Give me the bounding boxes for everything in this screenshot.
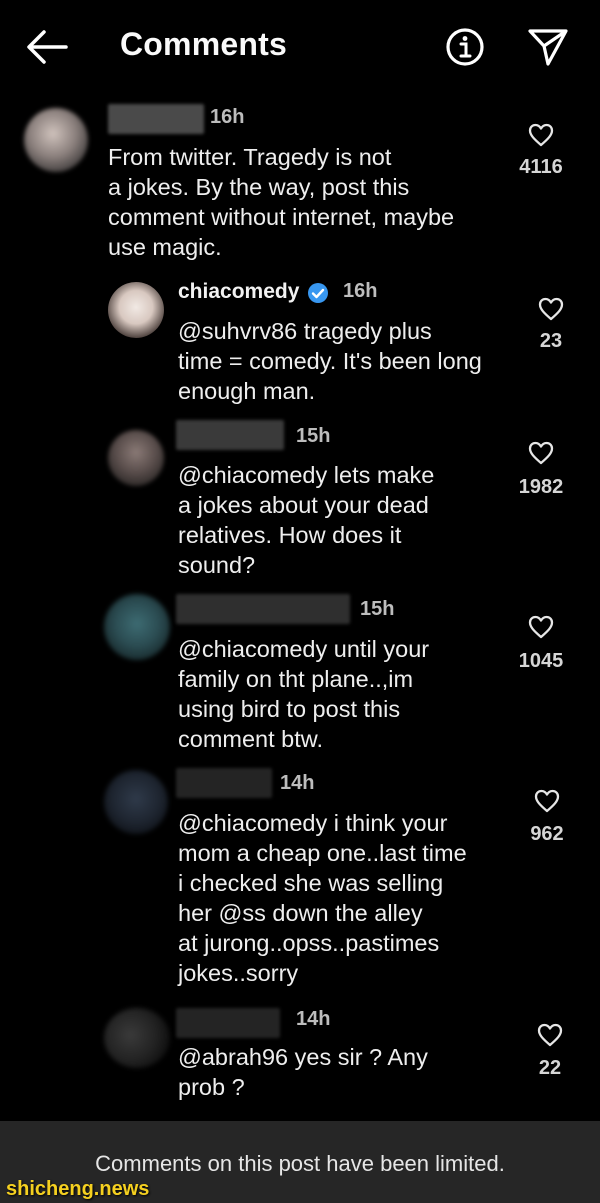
comment-time: 16h xyxy=(343,280,378,302)
avatar[interactable] xyxy=(104,594,170,660)
comment-username[interactable]: chiacomedy xyxy=(178,280,299,304)
avatar[interactable] xyxy=(104,770,168,834)
heart-icon[interactable] xyxy=(534,789,560,813)
avatar[interactable] xyxy=(108,430,164,486)
username-redacted[interactable] xyxy=(108,104,204,134)
heart-icon[interactable] xyxy=(538,297,564,321)
heart-icon[interactable] xyxy=(528,441,554,465)
heart-icon[interactable] xyxy=(537,1023,563,1047)
send-icon[interactable] xyxy=(526,26,570,68)
comment-text: @suhvrv86 tragedy plus time = comedy. It… xyxy=(178,318,482,404)
comment-time: 15h xyxy=(360,598,395,620)
comment-text: From twitter. Tragedy is not a jokes. By… xyxy=(108,144,455,260)
avatar[interactable] xyxy=(108,282,164,338)
like-count: 962 xyxy=(530,823,564,845)
like-count: 1045 xyxy=(518,650,564,672)
comment-text: @abrah96 yes sir ? Any prob ? xyxy=(178,1044,428,1100)
page-title: Comments xyxy=(120,26,287,62)
like-count: 23 xyxy=(539,330,563,352)
username-redacted[interactable] xyxy=(176,594,350,624)
avatar[interactable] xyxy=(104,1008,170,1068)
like-count: 22 xyxy=(538,1057,562,1079)
comment-text: @chiacomedy until your family on tht pla… xyxy=(178,636,430,752)
comment-text: @chiacomedy i think your mom a cheap one… xyxy=(178,810,467,986)
heart-icon[interactable] xyxy=(528,615,554,639)
comments-limited-text: Comments on this post have been limited. xyxy=(95,1151,505,1176)
arrow-left-icon[interactable] xyxy=(26,28,68,66)
like-count: 4116 xyxy=(519,156,563,178)
comment-text: @chiacomedy lets make a jokes about your… xyxy=(178,462,435,578)
comment-time: 16h xyxy=(210,106,245,128)
comment-time: 15h xyxy=(296,425,331,447)
comment-time: 14h xyxy=(296,1008,331,1030)
heart-icon[interactable] xyxy=(528,123,554,147)
username-redacted[interactable] xyxy=(176,420,284,450)
verified-badge-icon xyxy=(307,282,329,304)
info-icon[interactable] xyxy=(444,26,486,68)
username-redacted[interactable] xyxy=(176,1008,280,1038)
comments-screen: Comments 16h From twitter. Tragedy is no… xyxy=(0,0,600,1203)
like-count: 1982 xyxy=(518,476,564,498)
comment-time: 14h xyxy=(280,772,315,794)
watermark: shicheng.news xyxy=(6,1178,150,1200)
username-redacted[interactable] xyxy=(176,768,272,798)
header-bar: Comments xyxy=(0,0,600,96)
avatar[interactable] xyxy=(24,108,88,172)
